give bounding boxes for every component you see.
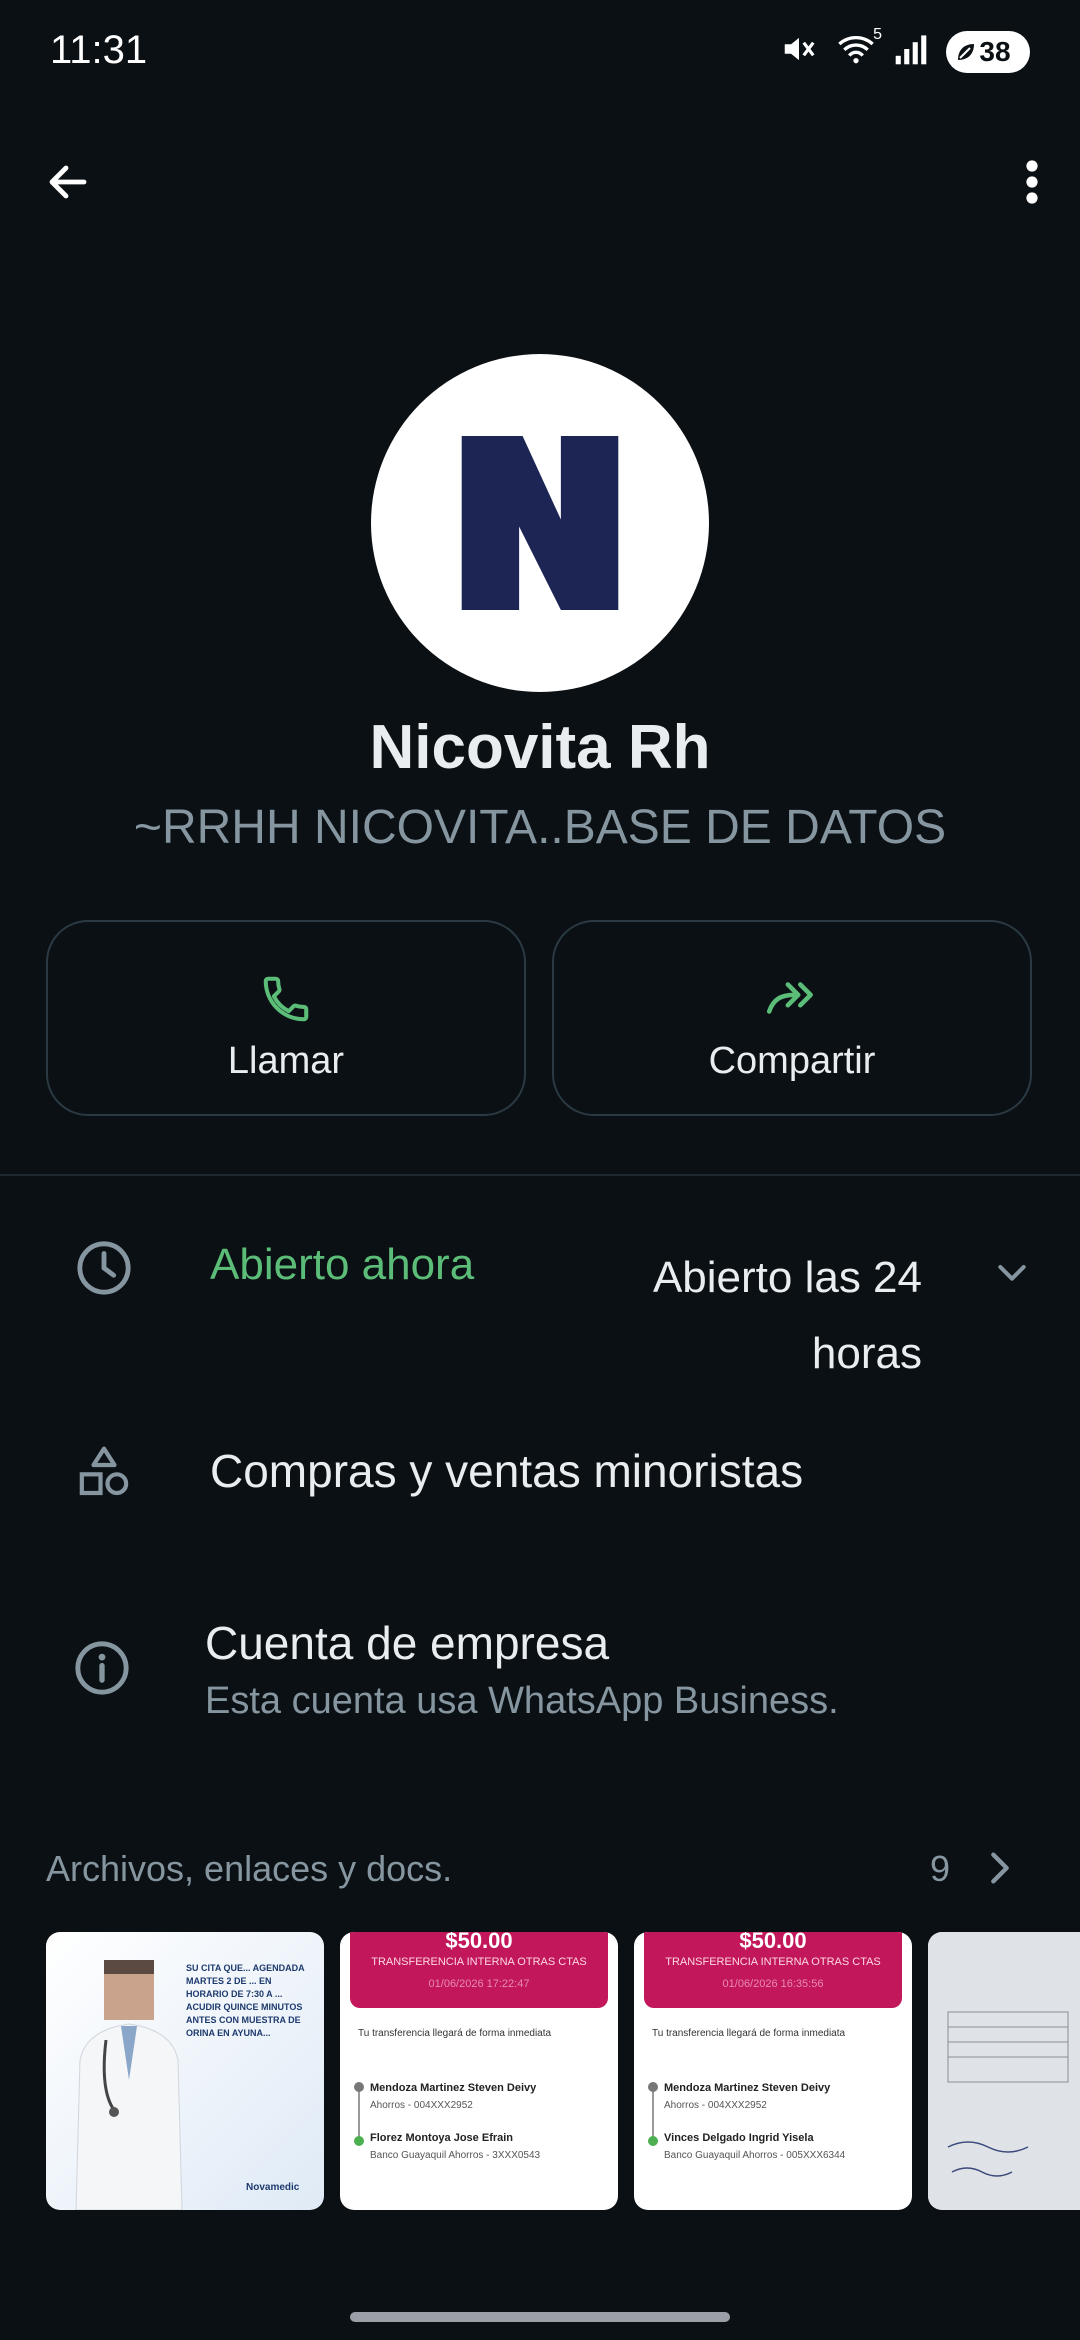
receipt-dot-from [354, 2082, 364, 2092]
media-thumbnail[interactable]: $50.00 TRANSFERENCIA INTERNA OTRAS CTAS … [340, 1932, 618, 2210]
shapes-icon [72, 1440, 136, 1504]
share-label: Compartir [708, 1040, 876, 1082]
hours-detail: Abierto las 24 horas [652, 1253, 922, 1378]
home-indicator[interactable] [350, 2312, 730, 2322]
nicovita-logo [461, 436, 619, 610]
receipt-note: Tu transferencia llegará de forma inmedi… [652, 2028, 846, 2039]
receipt-from-account: Ahorros - 004XXX2952 [664, 2100, 767, 2111]
hours-status: Abierto ahora [210, 1240, 475, 1289]
call-label: Llamar [227, 1040, 345, 1082]
share-button[interactable]: Compartir [552, 920, 1032, 1116]
receipt-to-name: Vinces Delgado Ingrid Yisela [664, 2132, 814, 2144]
battery-level: 38 [979, 35, 1011, 67]
doctor-image [75, 1960, 183, 2210]
receipt-to-name: Florez Montoya Jose Efrain [370, 2132, 514, 2144]
more-vert-icon [1026, 160, 1038, 204]
receipt-connector [652, 2088, 654, 2142]
media-thumbnail[interactable]: $50.00 TRANSFERENCIA INTERNA OTRAS CTAS … [634, 1932, 912, 2210]
receipt-dot-to [354, 2136, 364, 2146]
network-type-label: 5 [873, 26, 882, 43]
contact-name: Nicovita Rh [369, 713, 711, 782]
status-bar: 11:31 5 38 [0, 0, 1080, 110]
receipt-from-name: Mendoza Martinez Steven Deivy [370, 2082, 537, 2094]
receipt-label: TRANSFERENCIA INTERNA OTRAS CTAS [371, 1956, 587, 1968]
receipt-note: Tu transferencia llegará de forma inmedi… [358, 2028, 552, 2039]
receipt-connector [358, 2088, 360, 2142]
phone-icon [263, 976, 309, 1022]
receipt-to-account: Banco Guayaquil Ahorros - 005XXX6344 [664, 2150, 846, 2161]
media-count[interactable]: 9 [930, 1848, 950, 1890]
receipt-to-account: Banco Guayaquil Ahorros - 3XXX0543 [370, 2150, 541, 2161]
leaf-icon [958, 43, 974, 60]
contact-subname: ~RRHH NICOVITA..BASE DE DATOS [133, 801, 947, 854]
receipt-header: $50.00 TRANSFERENCIA INTERNA OTRAS CTAS … [350, 1932, 608, 2008]
divider [0, 1174, 1080, 1176]
flyer-logo: Novamedic [246, 2182, 300, 2193]
call-button[interactable]: Llamar [46, 920, 526, 1116]
flyer-text: SU CITA QUE... AGENDADA MARTES 2 DE ... … [186, 1963, 305, 2038]
receipt-date: 01/06/2026 16:35:56 [722, 1978, 824, 1990]
receipt-amount: $50.00 [739, 1932, 807, 1953]
receipt-header: $50.00 TRANSFERENCIA INTERNA OTRAS CTAS … [644, 1932, 902, 2008]
hours-expand-button[interactable] [980, 1240, 1044, 1304]
status-time: 11:31 [50, 28, 148, 72]
chevron-down-icon [998, 1265, 1026, 1281]
receipt-date: 01/06/2026 17:22:47 [428, 1978, 530, 1990]
receipt-from-account: Ahorros - 004XXX2952 [370, 2100, 473, 2111]
wifi-icon: 5 [836, 26, 882, 71]
business-account-title: Cuenta de empresa [205, 1617, 610, 1669]
chevron-right-icon [991, 1852, 1009, 1884]
battery-indicator: 38 [946, 30, 1030, 73]
share-forward-icon [766, 982, 813, 1014]
receipt-dot-from [648, 2082, 658, 2092]
media-open-button[interactable] [980, 1840, 1020, 1896]
clock-icon [72, 1236, 136, 1300]
media-thumbnail[interactable] [928, 1932, 1080, 2210]
status-icons: 5 38 [780, 26, 1030, 73]
signal-icon [894, 32, 928, 71]
back-button[interactable] [36, 150, 100, 214]
profile-avatar[interactable] [371, 354, 709, 692]
receipt-label: TRANSFERENCIA INTERNA OTRAS CTAS [665, 1956, 881, 1968]
receipt-dot-to [648, 2136, 658, 2146]
document-image [928, 1932, 1080, 2210]
more-options-button[interactable] [1000, 146, 1064, 218]
media-thumbnail[interactable]: SU CITA QUE... AGENDADA MARTES 2 DE ... … [46, 1932, 324, 2210]
mute-icon [780, 30, 818, 73]
business-account-subtitle: Esta cuenta usa WhatsApp Business. [205, 1680, 839, 1722]
back-arrow-icon [49, 165, 87, 199]
media-section-title[interactable]: Archivos, enlaces y docs. [46, 1848, 452, 1890]
business-category: Compras y ventas minoristas [210, 1445, 804, 1497]
receipt-amount: $50.00 [445, 1932, 513, 1953]
receipt-from-name: Mendoza Martinez Steven Deivy [664, 2082, 831, 2094]
info-icon [70, 1636, 134, 1700]
